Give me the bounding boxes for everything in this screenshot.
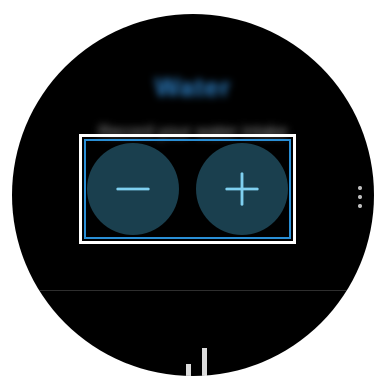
section-divider [12,290,374,291]
more-dot [358,195,362,199]
chart-bar [186,364,191,376]
screenshot-stage: Water Record your water intake [0,0,382,388]
minus-icon [116,187,150,191]
increase-water-button[interactable] [196,143,288,235]
plus-icon [225,172,259,206]
more-dot [358,186,362,190]
water-intake-chart-preview [162,346,252,376]
chart-bar [202,348,207,376]
screen-title: Water [154,72,232,102]
more-dot [358,204,362,208]
more-options-icon[interactable] [357,186,363,214]
decrease-water-button[interactable] [87,143,179,235]
